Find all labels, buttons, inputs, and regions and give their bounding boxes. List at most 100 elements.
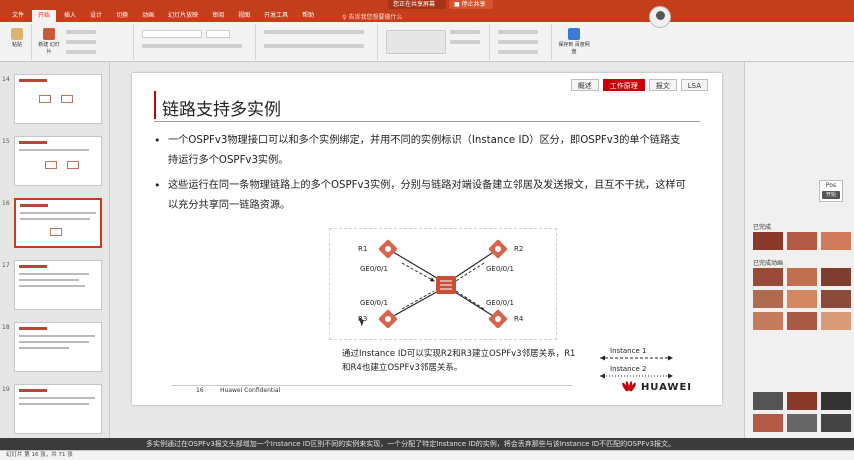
slide-thumbnail[interactable] bbox=[14, 136, 102, 186]
align-buttons[interactable] bbox=[264, 44, 364, 48]
theme-swatch[interactable] bbox=[821, 290, 851, 308]
reset-button[interactable] bbox=[66, 40, 96, 44]
router-r1-icon bbox=[378, 239, 398, 259]
thumb-shape bbox=[45, 161, 57, 169]
user-avatar[interactable] bbox=[649, 6, 671, 28]
title-divider bbox=[154, 121, 700, 122]
theme-swatch[interactable] bbox=[753, 392, 783, 410]
tab-animations[interactable]: 动画 bbox=[136, 10, 160, 22]
slide-canvas: 概述 工作原理 报文 LSA 链路支持多实例 一个OSPFv3物理接口可以和多个… bbox=[110, 62, 744, 438]
thumb-title bbox=[20, 204, 48, 207]
router-r2-icon bbox=[488, 239, 508, 259]
slide-thumbnail[interactable] bbox=[14, 260, 102, 310]
notes-subtitle-bar: 多实例通过在OSPFv3报文头部增加一个Instance ID区别不同的实例来实… bbox=[110, 438, 854, 450]
powerpoint-window: 您正在共享屏幕 ■ 停止共享 文件 开始 插入 设计 切换 动画 幻灯片放映 审… bbox=[0, 0, 854, 460]
section-button[interactable] bbox=[66, 50, 96, 54]
title-bar: 您正在共享屏幕 ■ 停止共享 bbox=[0, 0, 854, 10]
save-to-cloud-button[interactable]: 保存到 百度网盘 bbox=[558, 28, 590, 55]
theme-swatch[interactable] bbox=[787, 290, 817, 308]
theme-swatch[interactable] bbox=[787, 268, 817, 286]
slide-thumbnail[interactable] bbox=[14, 74, 102, 124]
tab-help[interactable]: 帮助 bbox=[296, 10, 320, 22]
nav-tab-packet[interactable]: 报文 bbox=[648, 79, 677, 91]
replace-button[interactable] bbox=[498, 40, 538, 44]
slide[interactable]: 概述 工作原理 报文 LSA 链路支持多实例 一个OSPFv3物理接口可以和多个… bbox=[132, 73, 722, 405]
thumb-line bbox=[19, 347, 69, 349]
panel-heading: 已完成 bbox=[753, 224, 772, 231]
tab-file[interactable]: 文件 bbox=[6, 10, 30, 22]
ribbon: 粘贴 新建 幻灯片 保存到 百度网盘 bbox=[0, 22, 854, 62]
tab-transitions[interactable]: 切换 bbox=[110, 10, 134, 22]
theme-swatch[interactable] bbox=[787, 392, 817, 410]
nav-tab-principle[interactable]: 工作原理 bbox=[602, 79, 645, 91]
select-button[interactable] bbox=[498, 50, 538, 54]
theme-swatch[interactable] bbox=[821, 414, 851, 432]
theme-swatch[interactable] bbox=[821, 232, 851, 250]
switch-icon bbox=[436, 276, 456, 294]
tab-review[interactable]: 审阅 bbox=[206, 10, 230, 22]
tab-insert[interactable]: 插入 bbox=[58, 10, 82, 22]
router-label-r2: R2 bbox=[514, 245, 524, 253]
theme-swatch[interactable] bbox=[753, 414, 783, 432]
stop-share-button[interactable]: ■ 停止共享 bbox=[449, 0, 493, 9]
font-group bbox=[136, 24, 256, 60]
ribbon-tabs: 文件 开始 插入 设计 切换 动画 幻灯片放映 审阅 视图 开发工具 帮助 ♀ … bbox=[0, 10, 854, 22]
theme-swatch[interactable] bbox=[821, 392, 851, 410]
slide-thumbnail[interactable] bbox=[14, 384, 102, 434]
thumb-line bbox=[19, 149, 89, 151]
slide-thumbnail-active[interactable] bbox=[14, 198, 102, 248]
thumb-line bbox=[19, 279, 79, 281]
thumb-line bbox=[19, 403, 89, 405]
new-slide-button[interactable]: 新建 幻灯片 bbox=[38, 28, 60, 55]
thumb-line bbox=[20, 218, 90, 220]
font-format-buttons[interactable] bbox=[142, 44, 242, 48]
thumb-line bbox=[19, 341, 89, 343]
theme-swatch[interactable] bbox=[821, 268, 851, 286]
tab-developer[interactable]: 开发工具 bbox=[258, 10, 294, 22]
thumb-shape bbox=[39, 95, 51, 103]
thumb-line bbox=[19, 273, 89, 275]
interface-label: GE0/0/1 bbox=[360, 265, 388, 273]
quick-styles-button[interactable] bbox=[450, 40, 480, 44]
right-panel: 已完成 已完成动画 Pos 开始 bbox=[744, 62, 854, 438]
clipboard-group: 粘贴 bbox=[2, 24, 32, 60]
thumb-title bbox=[19, 265, 47, 268]
theme-swatch[interactable] bbox=[821, 312, 851, 330]
panel-heading: 已完成动画 bbox=[753, 260, 784, 267]
legend-arrows bbox=[600, 355, 673, 379]
theme-swatch[interactable] bbox=[753, 232, 783, 250]
layout-button[interactable] bbox=[66, 30, 96, 34]
font-size-select[interactable] bbox=[206, 30, 230, 38]
tab-view[interactable]: 视图 bbox=[232, 10, 256, 22]
floating-widget[interactable]: Pos 开始 bbox=[819, 180, 843, 202]
thumb-shape bbox=[61, 95, 73, 103]
theme-swatch[interactable] bbox=[753, 268, 783, 286]
theme-swatch[interactable] bbox=[753, 312, 783, 330]
tell-me-search[interactable]: ♀ 告诉我您想要做什么 bbox=[342, 12, 402, 21]
tab-slideshow[interactable]: 幻灯片放映 bbox=[162, 10, 204, 22]
shapes-gallery[interactable] bbox=[386, 30, 446, 54]
slide-nav-tabs: 概述 工作原理 报文 LSA bbox=[570, 79, 708, 91]
tab-home[interactable]: 开始 bbox=[32, 10, 57, 22]
nav-tab-overview[interactable]: 概述 bbox=[570, 79, 599, 91]
nav-tab-lsa[interactable]: LSA bbox=[680, 79, 708, 91]
find-button[interactable] bbox=[498, 30, 538, 34]
slide-thumbnail[interactable] bbox=[14, 322, 102, 372]
interface-label: GE0/0/1 bbox=[486, 265, 514, 273]
paragraph-group bbox=[258, 24, 378, 60]
theme-swatch[interactable] bbox=[787, 414, 817, 432]
font-name-select[interactable] bbox=[142, 30, 202, 38]
tab-design[interactable]: 设计 bbox=[84, 10, 108, 22]
theme-swatch[interactable] bbox=[787, 312, 817, 330]
thumb-line bbox=[19, 397, 95, 399]
slide-page-number: 16 bbox=[196, 387, 204, 394]
bullet-point: 这些运行在同一条物理链路上的多个OSPFv3实例，分别与链路对端设备建立邻居及发… bbox=[154, 176, 688, 216]
list-buttons[interactable] bbox=[264, 30, 364, 34]
theme-swatch[interactable] bbox=[787, 232, 817, 250]
thumbnail-pane: 14 15 16 17 18 19 bbox=[0, 62, 110, 438]
paste-button[interactable]: 粘贴 bbox=[6, 28, 28, 48]
floating-start-button[interactable]: 开始 bbox=[822, 191, 840, 199]
floating-widget-label: Pos bbox=[825, 182, 837, 189]
theme-swatch[interactable] bbox=[753, 290, 783, 308]
arrange-button[interactable] bbox=[450, 30, 480, 34]
